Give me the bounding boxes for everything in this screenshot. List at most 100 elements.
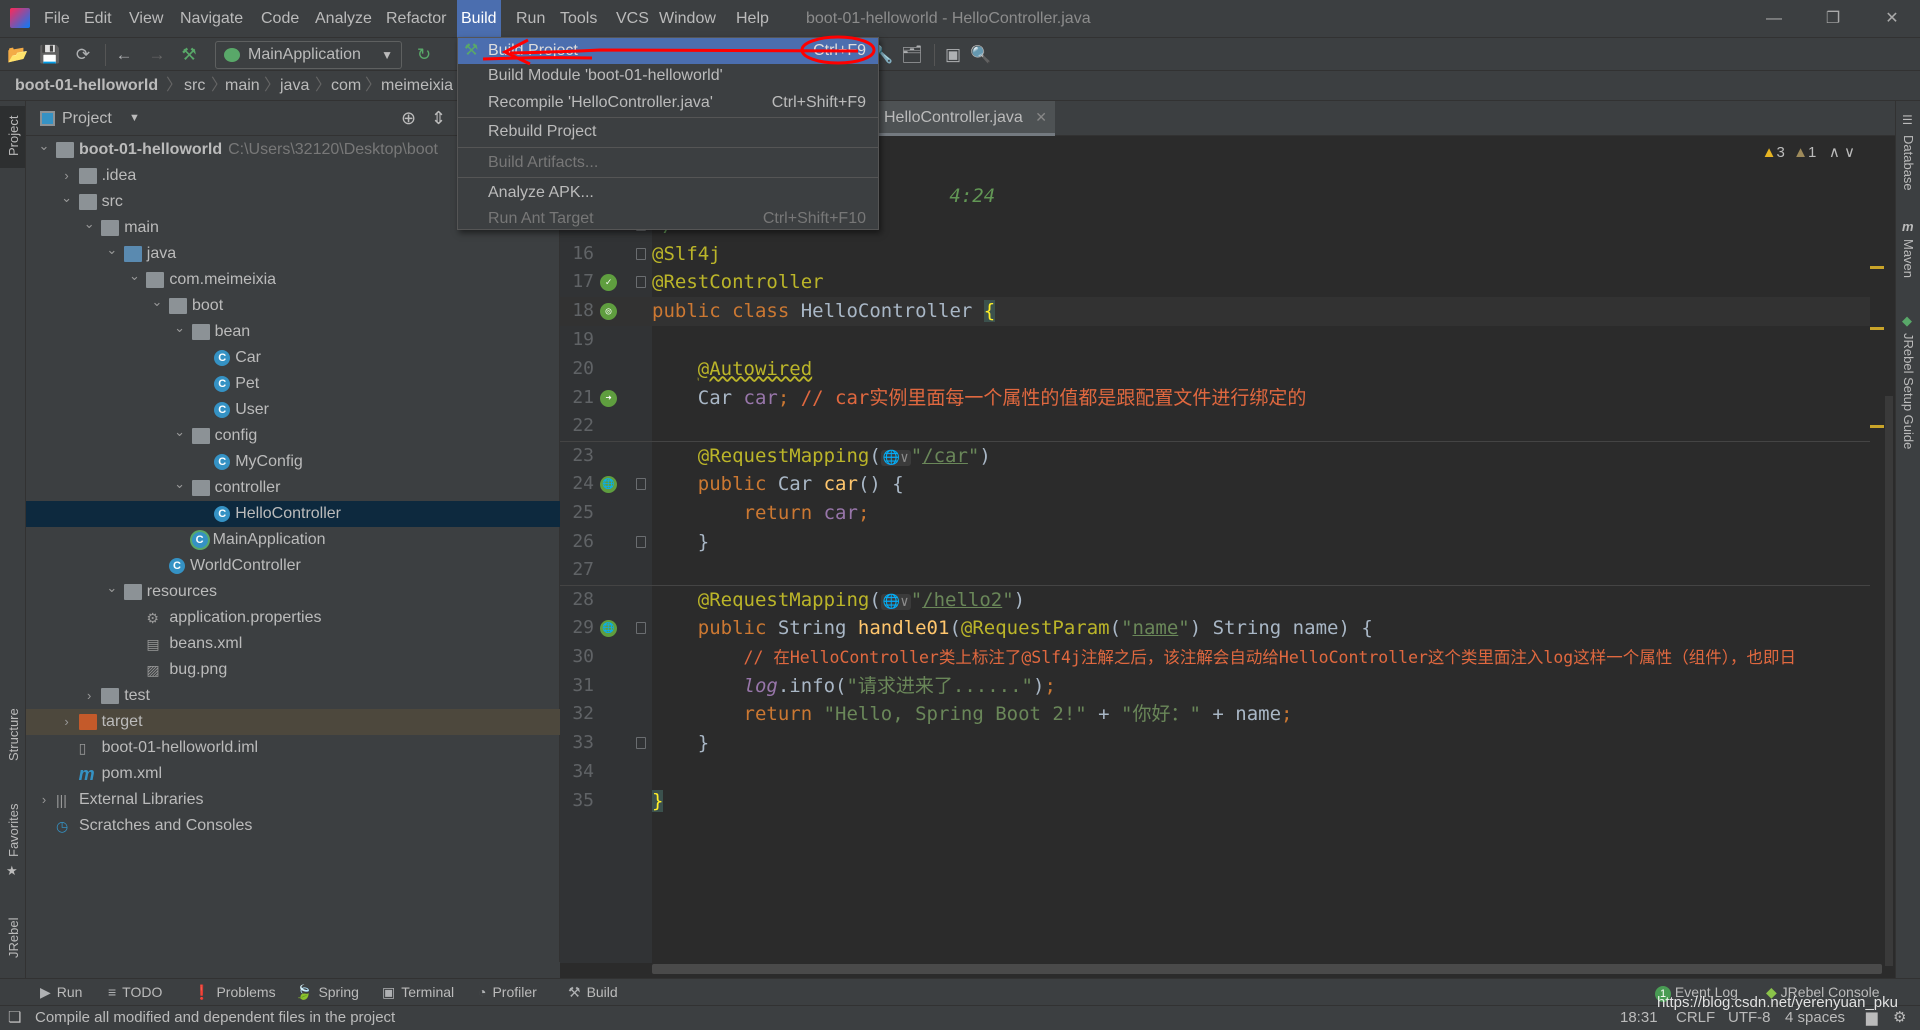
tool-terminal[interactable]: ▣ Terminal bbox=[382, 979, 454, 1006]
tree-item[interactable]: ⌄ controller bbox=[26, 475, 560, 501]
chevron-down-icon[interactable]: ⌄ bbox=[172, 315, 188, 341]
code-line[interactable]: 31 log.info("请求进来了......"); bbox=[560, 672, 1870, 701]
tree-item[interactable]: C HelloController bbox=[26, 501, 560, 527]
tree-item[interactable]: C MyConfig bbox=[26, 449, 560, 475]
breadcrumb-item[interactable]: meimeixia bbox=[381, 71, 453, 101]
previous-highlight-icon[interactable]: ∧ bbox=[1829, 144, 1840, 161]
chevron-right-icon[interactable]: › bbox=[59, 709, 75, 735]
tree-item[interactable]: ◷ Scratches and Consoles bbox=[26, 813, 560, 839]
tree-item[interactable]: C Car bbox=[26, 345, 560, 371]
menu-item-build-module-boot-01-helloworld[interactable]: Build Module 'boot-01-helloworld' bbox=[458, 63, 878, 89]
autowired-icon[interactable]: ➜ bbox=[600, 389, 617, 407]
breadcrumb-item[interactable]: com bbox=[331, 71, 361, 101]
chevron-down-icon[interactable]: ▼ bbox=[129, 101, 140, 136]
menu-file[interactable]: File bbox=[40, 0, 74, 37]
tab-hellocontroller[interactable]: HelloController.java ✕ bbox=[874, 101, 1055, 136]
open-folder-icon[interactable]: 📂 bbox=[6, 43, 30, 67]
terminal-run-icon[interactable]: ▣ bbox=[941, 43, 965, 67]
code-line[interactable]: 32 return "Hello, Spring Boot 2!" + "你好：… bbox=[560, 700, 1870, 729]
warning-marker[interactable] bbox=[1870, 327, 1884, 330]
code-line[interactable]: 20 @Autowired bbox=[560, 355, 1870, 384]
menu-item-build-project[interactable]: ⚒ Build Project Ctrl+F9 bbox=[458, 38, 878, 64]
warning-marker[interactable] bbox=[1870, 266, 1884, 269]
save-icon[interactable]: 💾 bbox=[38, 43, 62, 67]
url-inlay-hint[interactable]: 🌐∨ bbox=[880, 450, 911, 467]
structure-tool-button[interactable]: Structure bbox=[6, 708, 21, 761]
menu-analyze[interactable]: Analyze bbox=[311, 0, 376, 37]
chevron-down-icon[interactable]: ⌄ bbox=[81, 211, 97, 237]
project-view-select[interactable]: Project bbox=[62, 101, 112, 136]
menu-view[interactable]: View bbox=[125, 0, 167, 37]
run-configuration-select[interactable]: MainApplication ▼ bbox=[215, 41, 402, 69]
tree-item[interactable]: m pom.xml bbox=[26, 761, 560, 787]
maven-tool-button[interactable]: Maven bbox=[1901, 239, 1916, 278]
tool-spring[interactable]: 🍃 Spring bbox=[295, 979, 359, 1006]
spring-bean-web-icon[interactable]: ◎ bbox=[600, 303, 617, 321]
vertical-scrollbar[interactable] bbox=[1885, 396, 1893, 966]
code-line[interactable]: 16 @Slf4j bbox=[560, 240, 1870, 269]
menu-item-rebuild-project[interactable]: Rebuild Project bbox=[458, 119, 878, 145]
breadcrumb-item[interactable]: src bbox=[184, 71, 205, 101]
code-line[interactable]: 33 } bbox=[560, 729, 1870, 758]
minimize-button[interactable]: — bbox=[1754, 0, 1794, 37]
tree-item[interactable]: ⌄ config bbox=[26, 423, 560, 449]
tool-build[interactable]: ⚒ Build bbox=[568, 979, 618, 1006]
chevron-right-icon[interactable]: › bbox=[36, 787, 52, 813]
fold-marker-icon[interactable] bbox=[636, 535, 646, 548]
chevron-down-icon[interactable]: ⌄ bbox=[172, 419, 188, 445]
code-line[interactable]: 35} bbox=[560, 787, 1870, 816]
tree-item[interactable]: › ||| External Libraries bbox=[26, 787, 560, 813]
menu-vcs[interactable]: VCS bbox=[612, 0, 653, 37]
code-line[interactable]: 18 ◎ public class HelloController { bbox=[560, 297, 1870, 326]
menu-tools[interactable]: Tools bbox=[556, 0, 601, 37]
chevron-down-icon[interactable]: ⌄ bbox=[59, 185, 75, 211]
close-button[interactable]: ✕ bbox=[1872, 0, 1912, 37]
tree-item[interactable]: C Pet bbox=[26, 371, 560, 397]
code-line[interactable]: 17 ✓ @RestController bbox=[560, 268, 1870, 297]
tool-profiler[interactable]: ◔ Profiler bbox=[478, 979, 537, 1006]
menu-code[interactable]: Code bbox=[257, 0, 303, 37]
breadcrumb-item[interactable]: boot-01-helloworld bbox=[15, 71, 158, 101]
tree-item[interactable]: ⌄ boot bbox=[26, 293, 560, 319]
chevron-right-icon[interactable]: › bbox=[81, 683, 97, 709]
fold-marker-icon[interactable] bbox=[636, 621, 646, 634]
tree-item[interactable]: ▯ boot-01-helloworld.iml bbox=[26, 735, 560, 761]
code-line[interactable]: 30 // 在HelloController类上标注了@Slf4j注解之后，该注… bbox=[560, 643, 1870, 672]
code-line[interactable]: 27 bbox=[560, 556, 1870, 585]
menu-build[interactable]: Build bbox=[457, 0, 501, 37]
fold-marker-icon[interactable] bbox=[636, 276, 646, 289]
hammer-icon[interactable]: ⚒ bbox=[177, 43, 201, 67]
code-line[interactable]: 23 @RequestMapping(🌐∨ "/car") bbox=[560, 441, 1870, 470]
menu-item-analyze-apk[interactable]: Analyze APK... bbox=[458, 180, 878, 206]
menu-run[interactable]: Run bbox=[512, 0, 549, 37]
horizontal-scrollbar[interactable] bbox=[652, 964, 1882, 974]
back-icon[interactable]: ← bbox=[112, 43, 136, 67]
tree-item[interactable]: ▨ bug.png bbox=[26, 657, 560, 683]
tool-todo[interactable]: ≡ TODO bbox=[108, 979, 162, 1006]
restore-button[interactable]: ❐ bbox=[1813, 0, 1853, 37]
chevron-down-icon[interactable]: ⌄ bbox=[104, 575, 120, 601]
caret-position[interactable]: 18:31 bbox=[1620, 1006, 1658, 1030]
next-highlight-icon[interactable]: ∨ bbox=[1844, 144, 1855, 161]
web-endpoint-icon[interactable]: 🌐 bbox=[600, 619, 617, 637]
toggle-tool-windows-icon[interactable]: ❏ bbox=[8, 1006, 21, 1030]
inspection-widget[interactable]: ▲3 ▲1 ∧ ∨ bbox=[1762, 143, 1855, 161]
fold-marker-icon[interactable] bbox=[636, 737, 646, 750]
menu-refactor[interactable]: Refactor bbox=[382, 0, 450, 37]
code-line[interactable]: 21 ➜ Car car; // car实例里面每一个属性的值都是跟配置文件进行绑… bbox=[560, 384, 1870, 413]
fold-marker-icon[interactable] bbox=[636, 247, 646, 260]
breadcrumb-item[interactable]: main bbox=[225, 71, 260, 101]
tree-item[interactable]: C MainApplication bbox=[26, 527, 560, 553]
tool-problems[interactable]: ❗ Problems bbox=[193, 979, 276, 1006]
tree-item[interactable]: ⌄ com.meimeixia bbox=[26, 267, 560, 293]
tree-item[interactable]: › test bbox=[26, 683, 560, 709]
code-line[interactable]: 24 🌐 public Car car() { bbox=[560, 470, 1870, 499]
tree-item[interactable]: ▤ beans.xml bbox=[26, 631, 560, 657]
spring-bean-icon[interactable]: ✓ bbox=[600, 274, 617, 292]
code-area[interactable]: 4:24*/16@Slf4j17✓@RestController18◎publi… bbox=[560, 182, 1870, 816]
jrebel-tool-button[interactable]: JRebel bbox=[6, 918, 21, 958]
code-line[interactable]: 29 🌐 public String handle01(@RequestParam… bbox=[560, 614, 1870, 643]
chevron-down-icon[interactable]: ⌄ bbox=[149, 289, 165, 315]
rerun-icon[interactable]: ↻ bbox=[412, 43, 436, 67]
chevron-down-icon[interactable]: ⌄ bbox=[36, 133, 52, 159]
